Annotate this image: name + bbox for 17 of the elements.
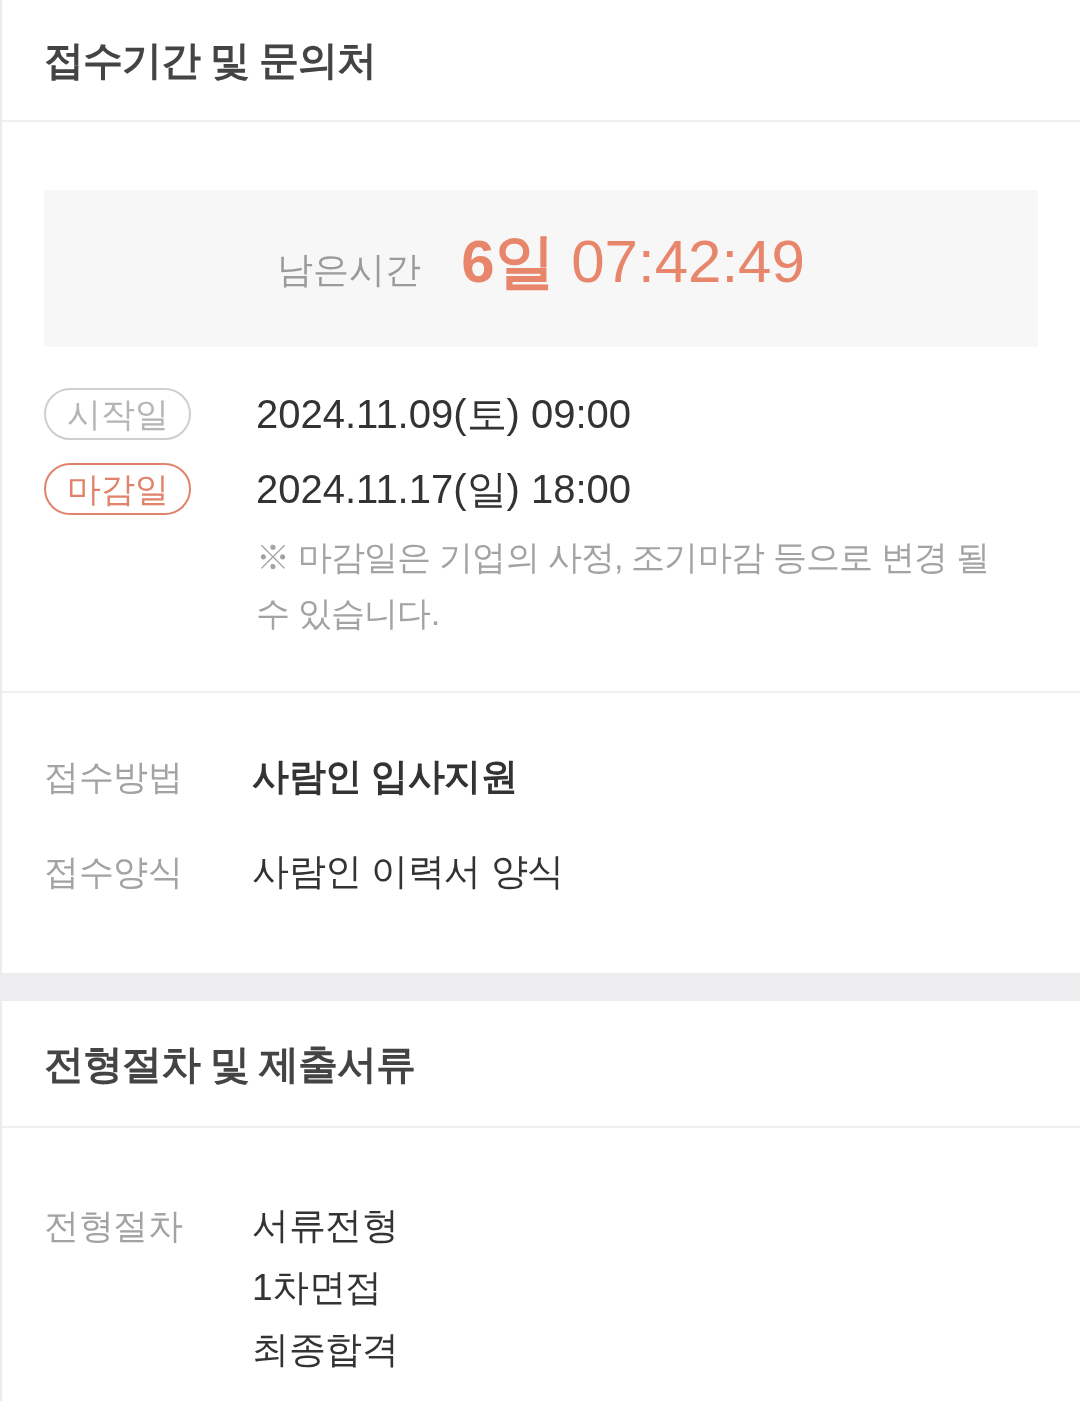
date-badge: 시작일 — [44, 388, 191, 440]
field-value: 사람인 입사지원 — [252, 755, 518, 799]
date-value: 2024.11.09(토) 09:00 — [256, 394, 632, 434]
field-label: 전형절차 — [44, 1205, 183, 1247]
section-title: 접수기간 및 문의처 — [44, 40, 377, 80]
date-value: 2024.11.17(일) 18:00 — [256, 469, 632, 509]
field-value: 서류전형 — [252, 1204, 398, 1248]
countdown-label: 남은시간 — [277, 252, 422, 288]
field-label: 접수양식 — [44, 851, 183, 893]
field-value: 사람인 이력서 양식 — [252, 850, 564, 894]
field-value: 최종합격 — [252, 1328, 398, 1372]
deadline-note: ※ 마감일은 기업의 사정, 조기마감 등으로 변경 될 수 있습니다. — [256, 537, 991, 634]
date-badge: 마감일 — [44, 463, 191, 515]
field-label: 접수방법 — [44, 756, 183, 798]
field-value: 1차면접 — [252, 1266, 383, 1310]
countdown-value: 6일 07:42:49 — [461, 232, 805, 292]
section-title: 전형절차 및 제출서류 — [44, 1043, 416, 1084]
